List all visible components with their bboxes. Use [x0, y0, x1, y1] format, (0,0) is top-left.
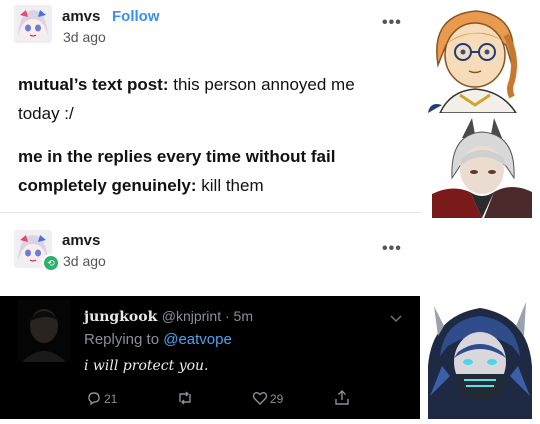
post-text-bold: mutual’s text post: — [18, 75, 169, 94]
reply-icon[interactable] — [86, 390, 102, 411]
post-time: 3d ago — [63, 29, 106, 45]
post-text: kill them — [196, 176, 264, 195]
more-dots-icon[interactable]: ••• — [382, 14, 402, 32]
post-text-line: me in the replies every time without fai… — [18, 142, 418, 171]
chevron-down-icon[interactable] — [390, 310, 402, 328]
more-dots-icon[interactable]: ••• — [382, 240, 402, 258]
retweet-icon[interactable] — [176, 390, 194, 411]
reblog-icon: ⟲ — [42, 254, 60, 272]
post-text-line: mutual’s text post: this person annoyed … — [18, 70, 418, 99]
post-divider — [0, 212, 422, 213]
post-time: 3d ago — [63, 253, 106, 269]
tweet-author-line: jungkook @knjprint · 5m — [84, 308, 253, 326]
tweet-text: i will protect you. — [84, 358, 209, 374]
replying-to-link[interactable]: @eatvope — [163, 331, 232, 348]
like-count: 29 — [270, 392, 284, 406]
character-illustration — [420, 5, 532, 114]
username[interactable]: amvs — [62, 232, 100, 249]
avatar[interactable] — [14, 5, 52, 43]
post-text-bold: me in the replies every time without fai… — [18, 147, 336, 166]
replying-to: Replying to @eatvope — [84, 331, 232, 348]
tweet-author-name[interactable]: jungkook — [84, 309, 157, 325]
replying-prefix: Replying to — [84, 331, 164, 348]
tweet-avatar — [18, 300, 70, 362]
character-illustration — [432, 118, 532, 218]
share-icon[interactable] — [334, 389, 350, 411]
reply-count: 21 — [104, 392, 118, 406]
tweet-screenshot: jungkook @knjprint · 5m Replying to @eat… — [0, 296, 420, 419]
post-text-bold: completely genuinely: — [18, 176, 197, 195]
tweet-handle[interactable]: @knjprint · 5m — [162, 308, 253, 324]
post-text: this person annoyed me — [168, 75, 355, 94]
post-text-line: completely genuinely: kill them — [18, 171, 418, 200]
post-text-line: today :/ — [18, 104, 74, 123]
character-illustration — [420, 296, 540, 419]
follow-button[interactable]: Follow — [112, 8, 160, 25]
like-icon[interactable] — [252, 390, 268, 411]
username[interactable]: amvs — [62, 8, 100, 25]
